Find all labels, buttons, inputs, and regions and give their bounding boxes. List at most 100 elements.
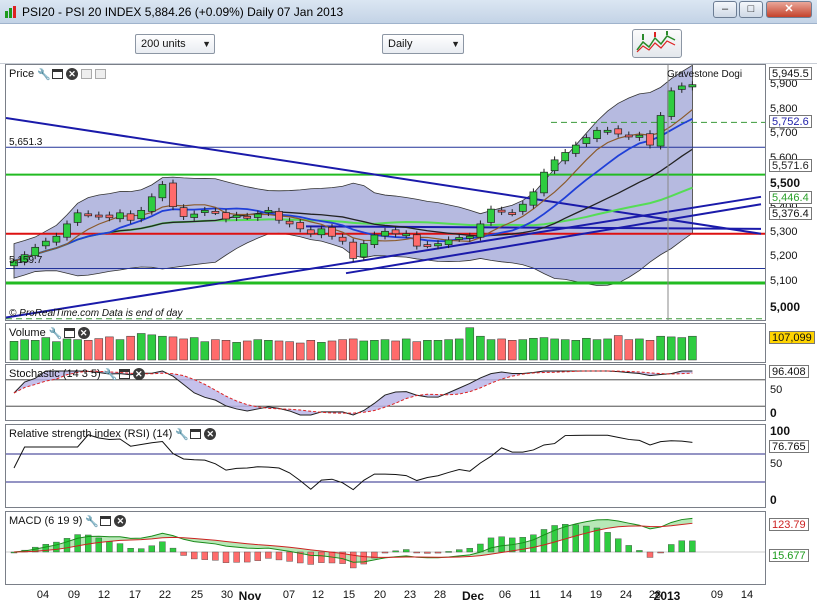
candle-up (550, 159, 559, 172)
volume-panel-label: Volume (9, 327, 46, 339)
volume-bar (666, 336, 676, 361)
minimize-button[interactable]: – (713, 1, 737, 18)
candle-up (116, 212, 124, 220)
wrench-icon[interactable]: 🔧 (85, 515, 99, 528)
candle-up (402, 233, 411, 237)
close-panel-icon[interactable]: ✕ (77, 327, 90, 339)
close-button[interactable]: ✕ (766, 1, 812, 18)
macd-histogram-bar (116, 543, 124, 553)
volume-bar (412, 341, 422, 361)
macd-histogram-bar (498, 536, 505, 553)
volume-chart (9, 327, 697, 361)
candle-up (582, 137, 591, 144)
volume-bar (264, 340, 273, 361)
wrench-icon[interactable]: 🔧 (104, 368, 118, 381)
move-up-icon[interactable] (81, 69, 93, 79)
close-panel-icon[interactable]: ✕ (132, 368, 145, 380)
stochastic-tick-0: 0 (770, 406, 777, 420)
volume-bar (401, 338, 411, 361)
window-icon[interactable] (118, 369, 130, 379)
date-axis-label: 14 (559, 589, 573, 601)
macd-histogram-bar (604, 532, 611, 553)
volume-bar (550, 338, 559, 361)
volume-bar (295, 342, 305, 361)
move-down-icon[interactable] (95, 69, 107, 79)
candle-down (646, 133, 654, 146)
candle-up (158, 184, 167, 199)
close-panel-icon[interactable]: ✕ (114, 515, 127, 527)
stochastic-panel: Stochastic (14 3 5) 🔧 ✕ (5, 364, 766, 421)
price-axis: 5,9005,8005,7005,6005,5005,4005,3005,200… (767, 64, 817, 321)
macd-histogram-bar (424, 551, 431, 554)
candle-up (359, 243, 368, 258)
macd-histogram-bar (434, 551, 442, 554)
date-axis-label: 06 (498, 589, 512, 601)
units-select[interactable]: 200 units ▼ (135, 34, 215, 54)
candle-down (296, 222, 305, 230)
rsi-tick-100: 100 (770, 424, 791, 438)
macd-histogram-bar (381, 551, 389, 554)
candle-up (232, 214, 241, 218)
volume-bar (603, 338, 612, 361)
candle-up (518, 203, 527, 212)
volume-bar (677, 337, 687, 361)
close-panel-icon[interactable]: ✕ (204, 428, 217, 440)
candle-down (306, 229, 315, 235)
volume-bar (539, 337, 549, 361)
volume-bar (624, 339, 634, 361)
volume-bar (285, 341, 294, 361)
macd-panel-label: MACD (6 19 9) (9, 515, 83, 527)
volume-bar (433, 340, 443, 361)
date-axis-label: 19 (589, 589, 603, 601)
volume-bar (635, 338, 644, 361)
window-icon[interactable] (63, 328, 75, 338)
volume-bar (338, 339, 347, 361)
stochastic-axis: 100 96.408 50 0 (767, 364, 817, 421)
price-panel-label: Price (9, 68, 35, 80)
maximize-button[interactable]: □ (739, 1, 763, 18)
volume-panel: Volume 🔧 ✕ (5, 323, 766, 363)
wrench-icon[interactable]: 🔧 (175, 428, 189, 441)
macd-histogram-bar (243, 551, 251, 563)
rsi-axis: 100 76.765 50 0 (767, 424, 817, 508)
volume-bar (20, 339, 29, 361)
rsi-tick-0: 0 (770, 493, 777, 507)
price-panel: Price 🔧 ✕ Gravestone Dogi 5,651.3 5,159.… (5, 64, 766, 321)
wrench-icon[interactable]: 🔧 (49, 327, 63, 340)
volume-bar (242, 340, 252, 361)
volume-bar (9, 341, 19, 361)
period-select[interactable]: Daily ▼ (382, 34, 464, 54)
candle-up (455, 237, 464, 240)
volume-bar (30, 340, 40, 361)
macd-histogram-bar (583, 525, 590, 553)
candle-up (137, 210, 146, 220)
candle-up (529, 191, 538, 206)
volume-panel-header: Volume 🔧 ✕ (9, 326, 90, 340)
date-axis-label: 11 (529, 589, 541, 601)
macd-histogram-bar (689, 540, 696, 553)
window-icon[interactable] (100, 516, 112, 526)
level-label-lower: 5,159.7 (9, 255, 43, 266)
macd-histogram-bar (63, 538, 71, 553)
macd-histogram-bar (540, 529, 548, 553)
candle-down (222, 212, 230, 220)
volume-bar (518, 339, 528, 361)
rsi-line (13, 434, 693, 491)
date-axis-label: 12 (311, 589, 325, 601)
close-panel-icon[interactable]: ✕ (66, 68, 79, 80)
chart-type-button[interactable] (632, 29, 682, 58)
window-icon[interactable] (190, 429, 202, 439)
price-axis-tick: 5,000 (770, 299, 801, 314)
date-axis-label: 17 (128, 589, 142, 601)
pattern-annotation: Gravestone Dogi (667, 69, 743, 80)
volume-bar (232, 342, 241, 361)
volume-bar (507, 340, 517, 361)
macd-signal-value-label: 15.677 (769, 549, 809, 562)
wrench-icon[interactable]: 🔧 (37, 68, 51, 81)
candle-down (275, 210, 283, 221)
date-axis-label: 20 (373, 589, 387, 601)
price-value-label: 5,446.4 (769, 191, 812, 204)
macd-histogram-bar (180, 551, 187, 556)
window-icon[interactable] (52, 69, 64, 79)
volume-bar (41, 337, 51, 361)
